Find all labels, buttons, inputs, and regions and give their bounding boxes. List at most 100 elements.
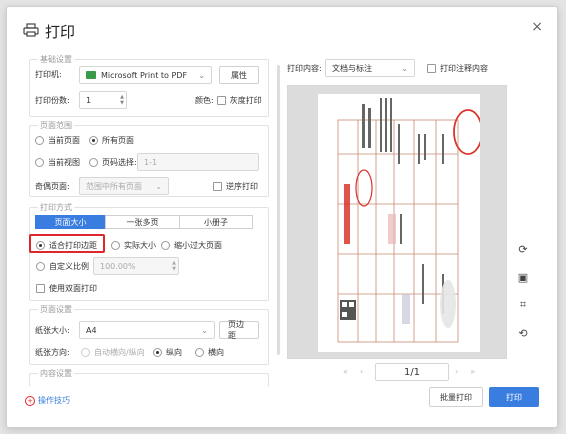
shrink-large-label: 缩小过大页面	[174, 241, 222, 250]
dialog-title-text: 打印	[45, 23, 76, 41]
page-setup-label: 页面设置	[38, 304, 74, 315]
current-view-radio[interactable]	[35, 158, 44, 167]
copies-label: 打印份数:	[35, 96, 70, 105]
custom-scale-radio[interactable]	[36, 262, 45, 271]
pager-next: › »	[455, 367, 475, 376]
print-content-value: 文档与标注	[332, 63, 372, 73]
batch-print-button[interactable]: 批量打印	[429, 387, 483, 407]
current-view-option[interactable]: 当前视图	[35, 157, 80, 168]
settings-scrollbar[interactable]	[277, 65, 280, 355]
reverse-checkbox[interactable]	[213, 182, 222, 191]
scale-input[interactable]: 100.00% ▲ ▼	[93, 257, 179, 275]
content-settings-group: 内容设置	[29, 368, 269, 387]
auto-orientation-option[interactable]: 自动横向/纵向	[81, 347, 145, 358]
portrait-option[interactable]: 纵向	[153, 347, 182, 358]
duplex-label: 使用双面打印	[49, 284, 97, 293]
odd-even-select[interactable]: 范围中所有页面 ⌄	[79, 177, 169, 195]
shrink-large-option[interactable]: 缩小过大页面	[161, 240, 222, 251]
highlight-box	[29, 234, 105, 253]
orientation-label: 纸张方向:	[35, 348, 70, 357]
shrink-large-radio[interactable]	[161, 241, 170, 250]
last-page-icon[interactable]: »	[470, 367, 475, 376]
tab-multi-page[interactable]: 一张多页	[105, 215, 179, 229]
print-annotations-checkbox[interactable]	[427, 64, 436, 73]
page-select-placeholder: 1-1	[144, 157, 158, 167]
printer-icon-small	[86, 71, 96, 79]
duplex-checkbox[interactable]	[36, 284, 45, 293]
print-preview	[287, 85, 507, 359]
odd-even-row: 奇偶页面:	[35, 181, 70, 192]
page-select-radio[interactable]	[89, 158, 98, 167]
print-dialog: 打印 × 基础设置 打印机: Microsoft Print to PDF ⌄ …	[6, 6, 558, 428]
odd-even-label: 奇偶页面:	[35, 182, 70, 191]
properties-button[interactable]: 属性	[219, 66, 259, 84]
landscape-radio[interactable]	[195, 348, 204, 357]
page-range-label: 页面范围	[38, 120, 74, 131]
copies-value: 1	[86, 95, 92, 105]
paper-size-row: 纸张大小:	[35, 325, 70, 336]
tips-link[interactable]: + 操作技巧	[25, 395, 70, 406]
copies-stepper[interactable]: 1 ▲ ▼	[79, 91, 127, 109]
invoice-preview-image	[337, 98, 483, 343]
auto-orientation-label: 自动横向/纵向	[94, 348, 145, 357]
grayscale-checkbox[interactable]	[216, 96, 226, 105]
actual-size-radio[interactable]	[111, 241, 120, 250]
copies-row: 打印份数:	[35, 95, 70, 106]
custom-scale-option[interactable]: 自定义比例	[36, 261, 89, 272]
portrait-radio[interactable]	[153, 348, 162, 357]
all-pages-option[interactable]: 所有页面	[89, 135, 134, 146]
page-settings-icon[interactable]: ▣	[513, 267, 533, 287]
tab-page-size[interactable]: 页面大小	[35, 215, 105, 229]
all-pages-radio[interactable]	[89, 136, 98, 145]
stepper-arrows-icon[interactable]: ▲ ▼	[172, 260, 176, 272]
rotate-icon[interactable]: ⟳	[513, 239, 533, 259]
print-button[interactable]: 打印	[489, 387, 539, 407]
print-content-select[interactable]: 文档与标注 ⌄	[325, 59, 415, 77]
pager-prev: « ‹	[343, 367, 363, 376]
printer-select[interactable]: Microsoft Print to PDF ⌄	[79, 66, 212, 84]
paper-size-select[interactable]: A4 ⌄	[79, 321, 215, 339]
stepper-arrows-icon[interactable]: ▲ ▼	[120, 94, 124, 106]
printer-label: 打印机:	[35, 70, 62, 79]
reverse-option[interactable]: 逆序打印	[213, 181, 258, 192]
color-row: 颜色: 灰度打印	[195, 95, 262, 106]
actual-size-option[interactable]: 实际大小	[111, 240, 156, 251]
dialog-title: 打印	[23, 21, 75, 42]
margin-button[interactable]: 页边距	[219, 320, 259, 340]
print-content-row: 打印内容:	[287, 63, 322, 74]
landscape-option[interactable]: 横向	[195, 347, 224, 358]
next-page-icon[interactable]: ›	[455, 367, 458, 376]
crop-icon[interactable]: ⌗	[513, 295, 533, 315]
print-mode-label: 打印方式	[38, 202, 74, 213]
page-select-input[interactable]: 1-1	[137, 153, 259, 171]
page-input[interactable]: 1/1	[375, 363, 449, 381]
paper-size-label: 纸张大小:	[35, 326, 70, 335]
preview-page	[318, 94, 483, 352]
refresh-page-icon[interactable]: ⟲	[513, 323, 533, 343]
page-indicator: 1/1	[403, 366, 421, 378]
custom-scale-label: 自定义比例	[49, 262, 89, 271]
duplex-option[interactable]: 使用双面打印	[36, 283, 97, 294]
paper-size-value: A4	[86, 325, 97, 335]
basic-settings-label: 基础设置	[38, 54, 74, 65]
tab-booklet[interactable]: 小册子	[179, 215, 253, 229]
odd-even-value: 范围中所有页面	[86, 181, 142, 191]
current-page-label: 当前页面	[48, 136, 80, 145]
content-settings-label: 内容设置	[38, 368, 74, 379]
current-page-radio[interactable]	[35, 136, 44, 145]
current-view-label: 当前视图	[48, 158, 80, 167]
prev-page-icon[interactable]: ‹	[360, 367, 363, 376]
page-select-label: 页码选择:	[102, 158, 137, 167]
chevron-down-icon: ⌄	[201, 325, 208, 335]
auto-orientation-radio[interactable]	[81, 348, 90, 357]
reverse-label: 逆序打印	[226, 182, 258, 191]
print-annotations-option[interactable]: 打印注释内容	[427, 63, 488, 74]
current-page-option[interactable]: 当前页面	[35, 135, 80, 146]
printer-select-value: Microsoft Print to PDF	[101, 70, 188, 80]
first-page-icon[interactable]: «	[343, 367, 348, 376]
page-select-option[interactable]: 页码选择:	[89, 157, 137, 168]
portrait-label: 纵向	[166, 348, 182, 357]
actual-size-label: 实际大小	[124, 241, 156, 250]
scale-value: 100.00%	[100, 261, 136, 271]
close-icon[interactable]: ×	[531, 19, 543, 35]
